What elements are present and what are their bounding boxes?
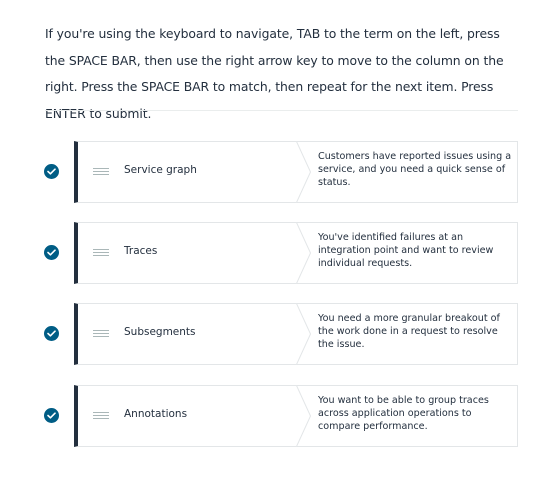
- definition-card[interactable]: You need a more granular breakout of the…: [296, 303, 518, 365]
- definition-card[interactable]: You want to be able to group traces acro…: [296, 385, 518, 447]
- term-label: Service graph: [124, 164, 197, 176]
- definition-text: You want to be able to group traces acro…: [318, 395, 489, 432]
- drag-handle-icon[interactable]: [93, 168, 109, 175]
- check-circle-icon: [44, 164, 59, 179]
- term-label: Annotations: [124, 408, 188, 420]
- match-row: Annotations You want to be able to group…: [40, 385, 520, 449]
- definition-text: Customers have reported issues using a s…: [318, 151, 512, 188]
- check-circle-icon: [44, 245, 59, 260]
- term-label: Subsegments: [124, 326, 196, 338]
- term-card-service-graph[interactable]: Service graph: [74, 141, 296, 203]
- term-card-subsegments[interactable]: Subsegments: [74, 303, 296, 365]
- definition-text: You've identified failures at an integra…: [318, 232, 494, 269]
- check-circle-icon: [44, 326, 59, 341]
- check-circle-icon: [44, 408, 59, 423]
- divider: [45, 110, 518, 111]
- drag-handle-icon[interactable]: [93, 412, 109, 419]
- drag-handle-icon[interactable]: [93, 330, 109, 337]
- drag-handle-icon[interactable]: [93, 249, 109, 256]
- instructions-text: If you're using the keyboard to navigate…: [45, 26, 504, 121]
- term-card-annotations[interactable]: Annotations: [74, 385, 296, 447]
- match-row: Subsegments You need a more granular bre…: [40, 303, 520, 367]
- match-row: Traces You've identified failures at an …: [40, 222, 520, 286]
- definition-card[interactable]: Customers have reported issues using a s…: [296, 141, 518, 203]
- definition-card[interactable]: You've identified failures at an integra…: [296, 222, 518, 284]
- term-label: Traces: [124, 245, 158, 257]
- term-card-traces[interactable]: Traces: [74, 222, 296, 284]
- definition-text: You need a more granular breakout of the…: [318, 313, 500, 350]
- match-row: Service graph Customers have reported is…: [40, 141, 520, 205]
